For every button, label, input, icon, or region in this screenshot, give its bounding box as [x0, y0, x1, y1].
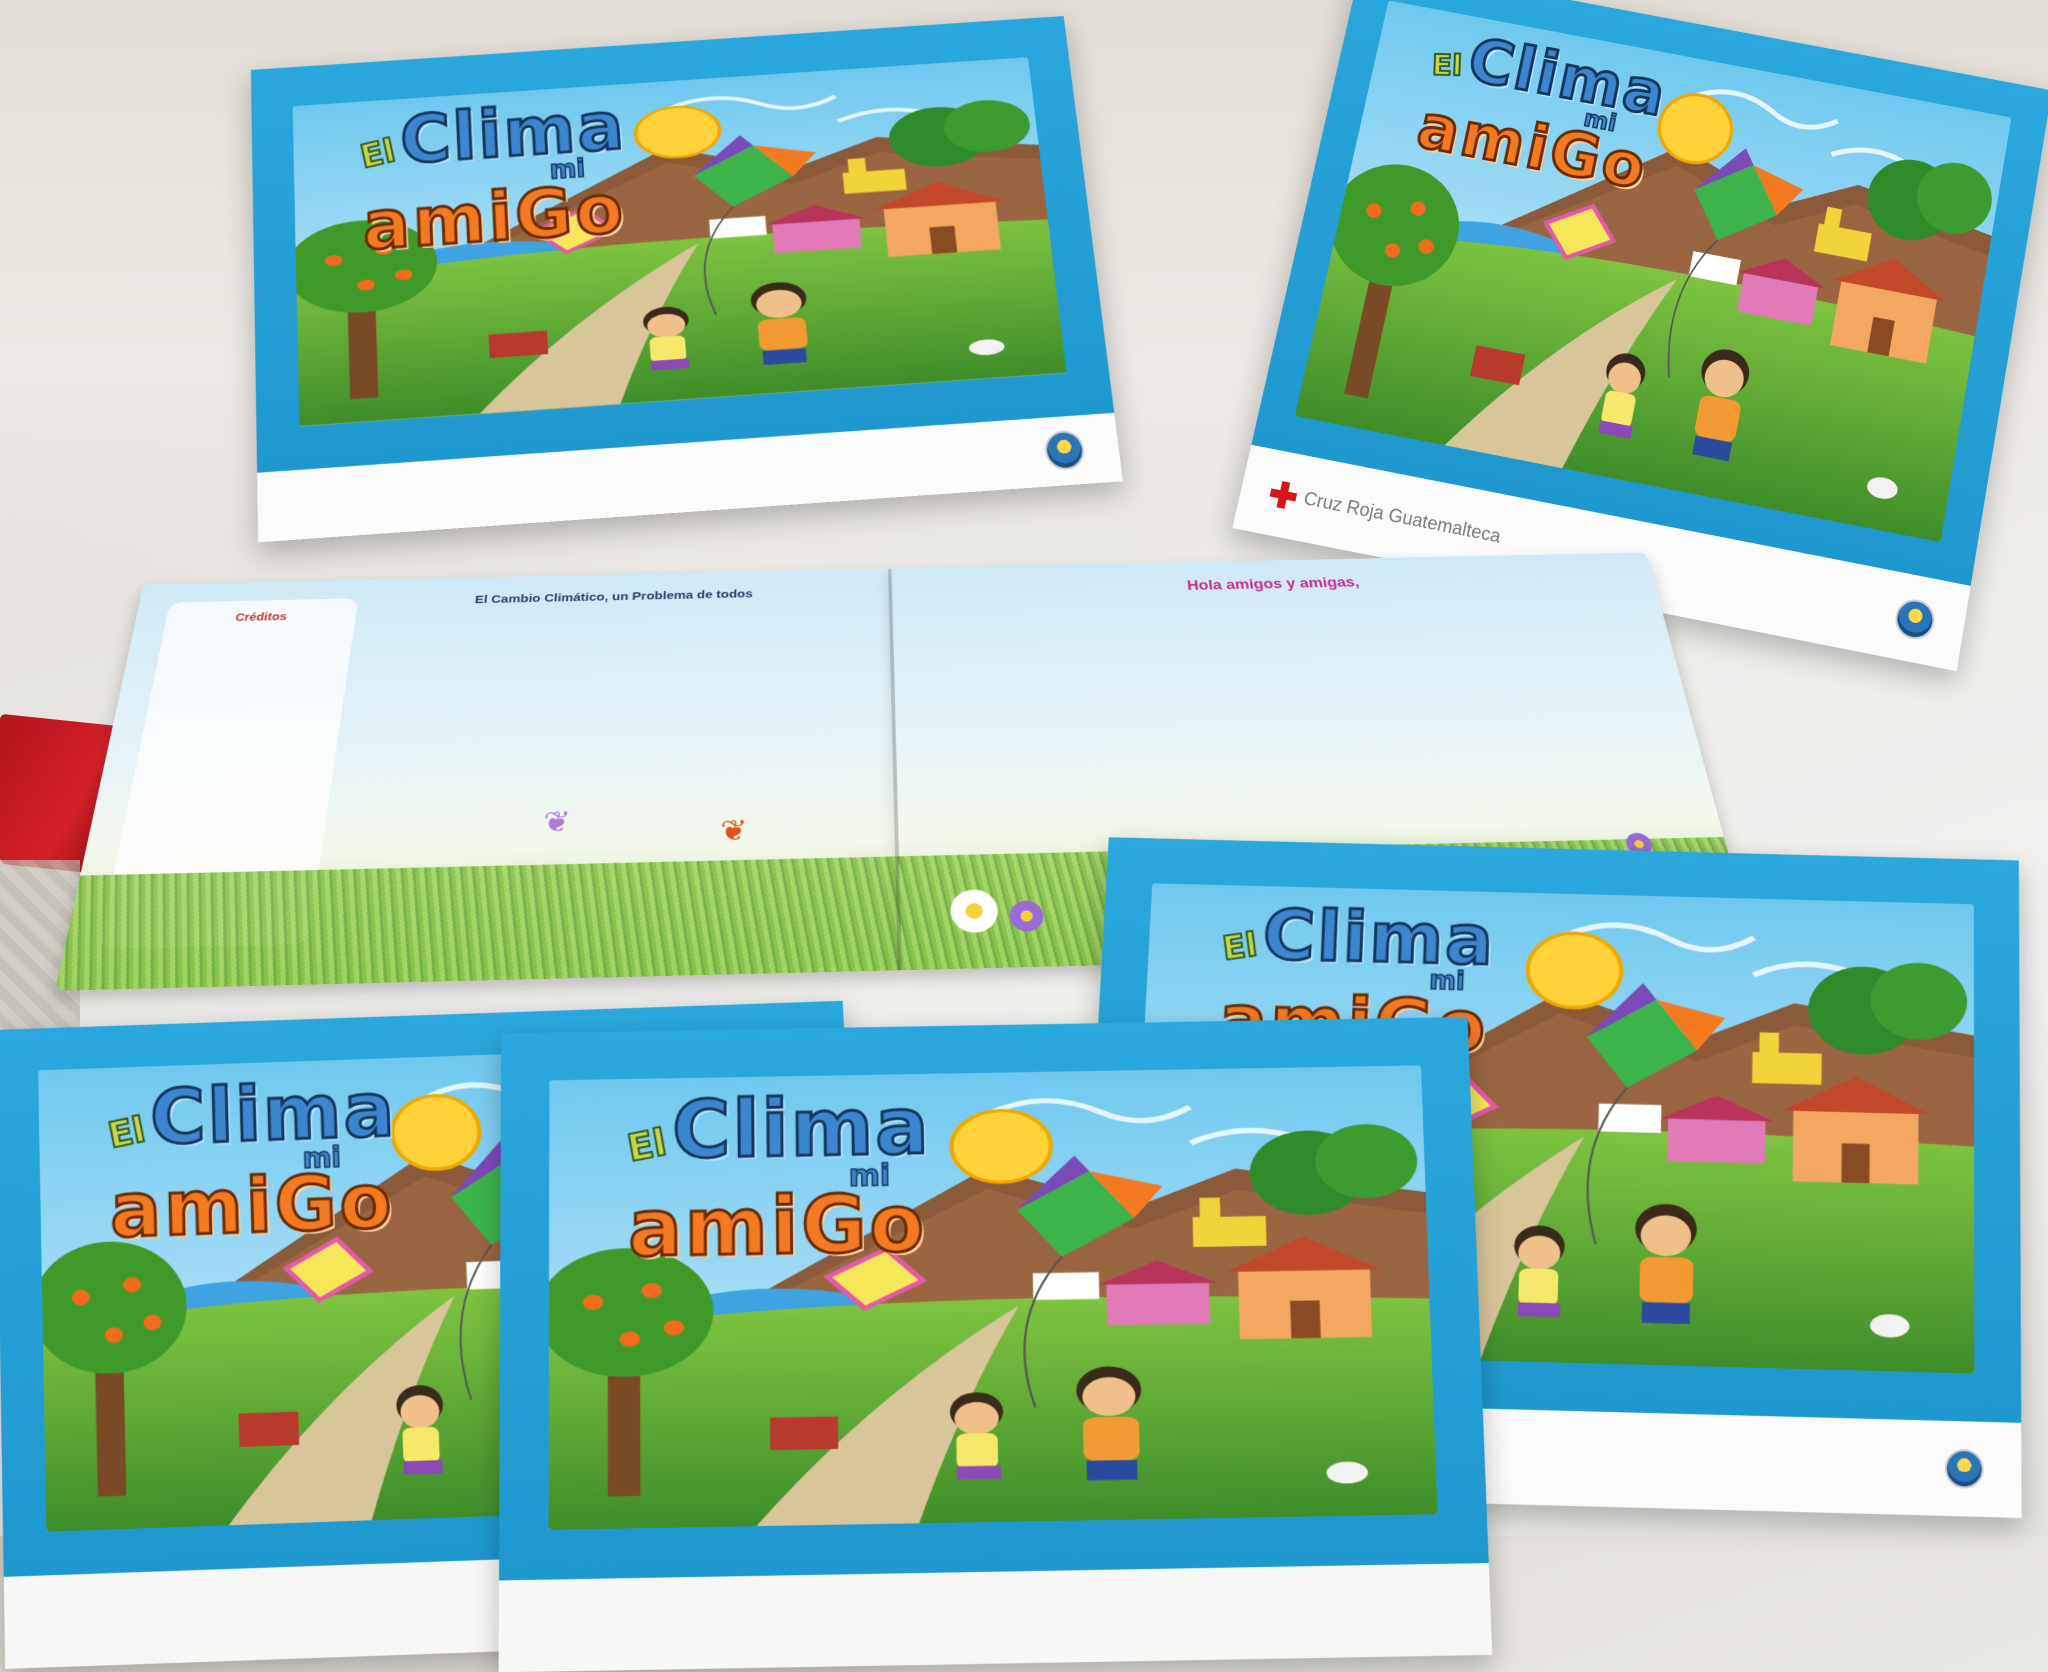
- seal-icon: [1892, 595, 1938, 643]
- booklet-cover-top-left: El Clima mi amiGo: [250, 16, 1123, 543]
- publisher-name: Cruz Roja Guatemalteca: [1301, 488, 1503, 547]
- left-page-heading: El Cambio Climático, un Problema de todo…: [474, 587, 753, 607]
- credits-title: Créditos: [234, 609, 288, 623]
- left-page-text: [376, 624, 855, 634]
- butterfly-icon: ❦: [719, 814, 748, 848]
- grass-illustration: [55, 856, 902, 991]
- cover-illustration: El Clima mi amiGo: [293, 57, 1067, 426]
- cover-frame: El Clima mi amiGo: [498, 1016, 1489, 1581]
- right-page-heading: Hola amigos y amigas,: [1186, 574, 1361, 593]
- red-cross-icon: [1267, 479, 1299, 510]
- cover-frame: El Clima mi amiGo: [250, 16, 1115, 473]
- cover-illustration: El Clima mi amiGo: [549, 1065, 1438, 1530]
- seal-icon: [1944, 1448, 1984, 1489]
- right-page-text: [939, 600, 1613, 615]
- butterfly-icon: ❦: [541, 805, 572, 839]
- cover-illustration: El Clima mi amiGo: [1295, 0, 2012, 542]
- publisher: Cruz Roja Guatemalteca: [1267, 479, 1503, 551]
- booklet-cover-bottom-center: El Clima mi amiGo: [498, 1016, 1493, 1672]
- booklet-page-left: Créditos El Cambio Climático, un Problem…: [55, 568, 902, 991]
- seal-icon: [1043, 429, 1087, 472]
